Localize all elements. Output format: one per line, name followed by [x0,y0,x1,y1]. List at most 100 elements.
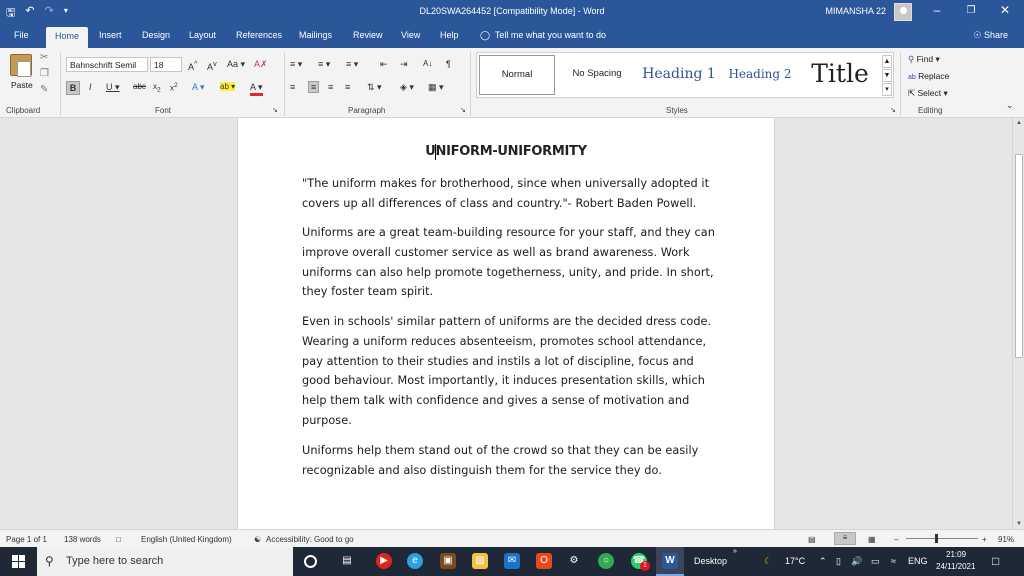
font-size-select[interactable]: 18 [150,57,182,72]
style-normal[interactable]: Normal [479,55,555,95]
superscript-button[interactable]: x2 [170,82,178,93]
zoom-in-icon[interactable]: + [982,535,987,544]
paste-icon[interactable] [10,54,32,77]
style-heading-2[interactable]: Heading 2 [725,55,795,95]
increase-indent-icon[interactable]: ⇥ [400,59,408,70]
replace-button[interactable]: ab Replace [908,71,949,81]
font-color-icon[interactable]: A ▾ [250,82,263,96]
shading-icon[interactable]: ◈ ▾ [400,82,414,93]
styles-dialog-launcher-icon[interactable]: ↘ [890,106,896,114]
styles-scroll-down-icon[interactable]: ▼ [882,69,892,82]
find-button[interactable]: ⚲ Find ▾ [908,54,940,65]
numbering-icon[interactable]: ≡ ▾ [318,59,330,70]
zoom-slider[interactable] [906,538,978,539]
underline-button[interactable]: U ▾ [106,82,120,93]
media-player-icon[interactable]: ▶ [376,553,392,569]
align-right-icon[interactable]: ≡ [328,82,333,92]
battery-icon[interactable]: ▭ [871,556,880,567]
strikethrough-button[interactable]: abc [133,82,146,91]
file-explorer-icon[interactable]: ▧ [472,553,488,569]
paragraph[interactable]: Even in schools' similar pattern of unif… [302,312,716,431]
zoom-slider-handle[interactable] [935,534,938,543]
chrome-icon[interactable]: ○ [598,553,614,569]
tab-home[interactable]: Home [46,27,89,48]
clock-date[interactable]: 24/11/2021 [936,562,975,571]
desktop-toolbar[interactable]: Desktop [694,556,727,566]
paragraph[interactable]: Uniforms are a great team-building resou… [302,223,716,302]
change-case-icon[interactable]: Aa ▾ [227,59,245,70]
document-heading[interactable]: UNIFORM-UNIFORMITY [238,144,774,159]
paragraph-dialog-launcher-icon[interactable]: ↘ [460,106,466,114]
edge-icon[interactable]: e [407,553,423,569]
tab-review[interactable]: Review [353,30,383,40]
copy-icon[interactable]: ❐ [40,68,49,79]
vertical-scrollbar[interactable]: ▲ ▼ [1012,118,1024,529]
decrease-indent-icon[interactable]: ⇤ [380,59,388,70]
scroll-up-icon[interactable]: ▲ [1015,120,1023,126]
task-view-icon[interactable]: ▤ [339,553,355,569]
tab-insert[interactable]: Insert [99,30,122,40]
avatar[interactable] [894,3,912,21]
tab-view[interactable]: View [401,30,420,40]
paragraph[interactable]: "The uniform makes for brotherhood, sinc… [302,174,716,214]
notifications-icon[interactable]: □ [992,554,999,568]
scroll-down-icon[interactable]: ▼ [1015,521,1023,527]
tab-references[interactable]: References [236,30,282,40]
tab-help[interactable]: Help [440,30,459,40]
chevron-right-icon[interactable]: » [733,548,737,555]
multilevel-list-icon[interactable]: ≡ ▾ [346,59,358,70]
tab-mailings[interactable]: Mailings [299,30,332,40]
format-painter-icon[interactable]: ✎ [40,84,48,95]
chevron-up-icon[interactable]: ⌃ [819,556,827,567]
share-button[interactable]: ☉ Share [973,30,1008,41]
text-effects-icon[interactable]: A ▾ [192,82,205,93]
meet-now-icon[interactable]: ▯ [836,556,841,567]
italic-button[interactable]: I [89,82,92,92]
tab-design[interactable]: Design [142,30,170,40]
clock-time[interactable]: 21:09 [946,550,966,559]
style-heading-1[interactable]: Heading 1 [639,55,719,95]
grow-font-icon[interactable]: A^ [188,59,198,72]
page-count[interactable]: Page 1 of 1 [6,535,47,544]
align-left-icon[interactable]: ≡ [290,82,295,92]
word-taskbar-button[interactable]: W [656,547,684,576]
cortana-icon[interactable] [304,555,317,568]
borders-icon[interactable]: ▦ ▾ [428,82,444,93]
align-center-icon[interactable]: ≡ [308,81,320,93]
scroll-thumb[interactable] [1015,154,1023,358]
justify-icon[interactable]: ≡ [345,82,350,92]
select-button[interactable]: ⇱ Select ▾ [908,88,948,99]
windows-start-icon[interactable] [12,555,25,568]
close-icon[interactable]: ✕ [990,3,1020,17]
style-title[interactable]: Title [801,55,879,95]
font-dialog-launcher-icon[interactable]: ↘ [272,106,278,114]
minimize-icon[interactable]: – [922,3,952,17]
tab-file[interactable]: File [14,30,29,40]
read-mode-icon[interactable]: ▤ [808,535,816,544]
web-layout-icon[interactable]: ▦ [868,535,876,544]
styles-more-icon[interactable]: ▾ [882,83,892,96]
office-icon[interactable]: O [536,553,552,569]
mail-icon[interactable]: ✉ [504,553,520,569]
line-spacing-icon[interactable]: ⇅ ▾ [367,82,382,93]
tell-me-box[interactable]: ◯ Tell me what you want to do [480,30,606,41]
cut-icon[interactable]: ✂ [40,52,48,63]
styles-scroll-up-icon[interactable]: ▲ [882,55,892,68]
tab-layout[interactable]: Layout [189,30,216,40]
temperature[interactable]: 17°C [785,556,805,566]
user-name[interactable]: MIMANSHA 22 [825,6,886,16]
zoom-level[interactable]: 91% [998,535,1014,544]
show-formatting-icon[interactable]: ¶ [446,59,451,69]
highlight-color-icon[interactable]: ab ▾ [220,82,236,91]
document-page[interactable]: UNIFORM-UNIFORMITY "The uniform makes fo… [237,118,775,529]
bold-button[interactable]: B [66,81,80,95]
accessibility-status[interactable]: Accessibility: Good to go [266,535,354,544]
bullets-icon[interactable]: ≡ ▾ [290,59,302,70]
print-layout-icon[interactable]: ≡ [834,532,856,545]
style-no-spacing[interactable]: No Spacing [561,55,633,95]
word-count[interactable]: 138 words [64,535,101,544]
zoom-out-icon[interactable]: – [894,535,898,544]
settings-icon[interactable]: ⚙ [566,553,582,569]
wifi-icon[interactable]: ≈ [891,556,896,566]
subscript-button[interactable]: x2 [153,82,161,94]
